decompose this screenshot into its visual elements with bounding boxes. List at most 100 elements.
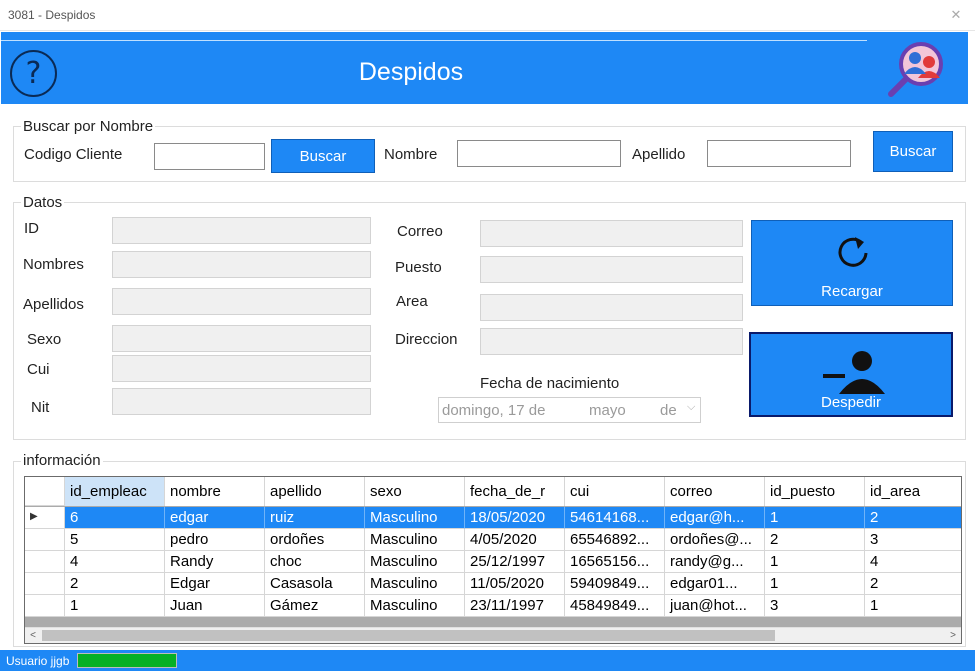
fecha-day-text: domingo, 17 de [442, 402, 546, 419]
table-cell[interactable]: ruiz [265, 507, 365, 529]
table-cell[interactable]: 4 [865, 551, 961, 573]
table-cell[interactable]: 11/05/2020 [465, 573, 565, 595]
id-field [112, 217, 371, 244]
table-cell[interactable]: 23/11/1997 [465, 595, 565, 617]
fecha-nacimiento-label: Fecha de nacimiento [480, 375, 620, 392]
window-title: 3081 - Despidos [8, 8, 96, 22]
scrollbar-thumb[interactable] [42, 630, 775, 641]
codigo-cliente-input[interactable] [154, 143, 265, 170]
window-titlebar: 3081 - Despidos ✕ [0, 0, 975, 31]
table-cell[interactable]: 65546892... [565, 529, 665, 551]
column-header[interactable]: id_area [865, 477, 961, 506]
table-cell[interactable]: 3 [765, 595, 865, 617]
table-cell[interactable]: edgar [165, 507, 265, 529]
table-cell[interactable]: 2 [765, 529, 865, 551]
column-header[interactable]: fecha_de_r [465, 477, 565, 506]
nit-label: Nit [31, 399, 50, 416]
fecha-nacimiento-picker[interactable]: domingo, 17 de mayo de ⌵ [438, 397, 701, 423]
table-cell[interactable]: 6 [65, 507, 165, 529]
despedir-button[interactable]: Despedir [749, 332, 953, 417]
row-header[interactable] [25, 573, 65, 595]
table-cell[interactable]: 45849849... [565, 595, 665, 617]
buscar-nombre-button[interactable]: Buscar [873, 131, 953, 172]
recargar-button[interactable]: Recargar [751, 220, 953, 306]
header-banner: ? Despidos [1, 32, 968, 104]
table-cell[interactable]: 1 [765, 507, 865, 529]
help-icon[interactable]: ? [10, 50, 57, 97]
column-header[interactable]: cui [565, 477, 665, 506]
apellido-input[interactable] [707, 140, 851, 167]
close-icon[interactable]: ✕ [949, 7, 963, 23]
table-cell[interactable]: 1 [65, 595, 165, 617]
nit-field [112, 388, 371, 415]
table-cell[interactable]: Gámez [265, 595, 365, 617]
table-cell[interactable]: 2 [65, 573, 165, 595]
table-cell[interactable]: Masculino [365, 551, 465, 573]
nombre-input[interactable] [457, 140, 621, 167]
table-cell[interactable]: 1 [765, 551, 865, 573]
table-cell[interactable]: Masculino [365, 507, 465, 529]
table-cell[interactable]: 18/05/2020 [465, 507, 565, 529]
column-header[interactable]: id_puesto [765, 477, 865, 506]
column-header[interactable]: nombre [165, 477, 265, 506]
table-cell[interactable]: edgar01... [665, 573, 765, 595]
table-cell[interactable]: Casasola [265, 573, 365, 595]
table-cell[interactable]: edgar@h... [665, 507, 765, 529]
column-header[interactable]: sexo [365, 477, 465, 506]
horizontal-scrollbar[interactable]: < > [25, 627, 961, 643]
puesto-field [480, 256, 743, 283]
empleados-table[interactable]: id_empleac nombre apellido sexo fecha_de_r cu… [24, 476, 962, 644]
table-cell[interactable]: 59409849... [565, 573, 665, 595]
table-cell[interactable]: 4 [65, 551, 165, 573]
table-cell[interactable]: 2 [865, 507, 961, 529]
column-header[interactable]: correo [665, 477, 765, 506]
area-field [480, 294, 743, 321]
table-cell[interactable]: 16565156... [565, 551, 665, 573]
puesto-label: Puesto [395, 259, 442, 276]
table-cell[interactable]: Edgar [165, 573, 265, 595]
row-header[interactable] [25, 595, 65, 617]
table-cell[interactable]: ordoñes@... [665, 529, 765, 551]
table-row[interactable]: 2 Edgar Casasola Masculino 11/05/2020 5940984… [25, 573, 961, 595]
nombre-label: Nombre [384, 146, 438, 163]
area-label: Area [396, 293, 428, 310]
table-cell[interactable]: 1 [765, 573, 865, 595]
table-cell[interactable]: ordoñes [265, 529, 365, 551]
buscar-codigo-button[interactable]: Buscar [271, 139, 375, 173]
table-cell[interactable]: Masculino [365, 573, 465, 595]
table-cell[interactable]: Masculino [365, 529, 465, 551]
table-corner [25, 477, 65, 506]
direccion-field [480, 328, 743, 355]
table-cell[interactable]: Juan [165, 595, 265, 617]
table-cell[interactable]: Randy [165, 551, 265, 573]
table-cell[interactable]: 25/12/1997 [465, 551, 565, 573]
table-cell[interactable]: 4/05/2020 [465, 529, 565, 551]
sexo-field [112, 325, 371, 352]
table-cell[interactable]: 3 [865, 529, 961, 551]
scroll-left-icon[interactable]: < [25, 628, 41, 643]
table-header: id_empleac nombre apellido sexo fecha_de_r cu… [25, 477, 961, 506]
header-divider [1, 40, 867, 41]
table-row[interactable]: 5 pedro ordoñes Masculino 4/05/2020 65546892.… [25, 529, 961, 551]
chevron-down-icon[interactable]: ⌵ [687, 401, 695, 414]
column-header[interactable]: apellido [265, 477, 365, 506]
table-cell[interactable]: pedro [165, 529, 265, 551]
table-cell[interactable]: juan@hot... [665, 595, 765, 617]
row-header[interactable] [25, 529, 65, 551]
column-header[interactable]: id_empleac [65, 477, 165, 506]
table-row[interactable]: 4 Randy choc Masculino 25/12/1997 16565156...… [25, 551, 961, 573]
row-header[interactable]: ▶ [25, 507, 65, 529]
table-cell[interactable]: 2 [865, 573, 961, 595]
help-symbol: ? [25, 55, 42, 91]
direccion-label: Direccion [395, 331, 458, 348]
table-cell[interactable]: Masculino [365, 595, 465, 617]
table-row[interactable]: 1 Juan Gámez Masculino 23/11/1997 45849849...… [25, 595, 961, 617]
table-cell[interactable]: choc [265, 551, 365, 573]
scroll-right-icon[interactable]: > [945, 628, 961, 643]
table-cell[interactable]: 54614168... [565, 507, 665, 529]
table-cell[interactable]: 5 [65, 529, 165, 551]
row-header[interactable] [25, 551, 65, 573]
table-cell[interactable]: randy@g... [665, 551, 765, 573]
table-row[interactable]: ▶ 6 edgar ruiz Masculino 18/05/2020 54614168..… [25, 507, 961, 529]
table-cell[interactable]: 1 [865, 595, 961, 617]
